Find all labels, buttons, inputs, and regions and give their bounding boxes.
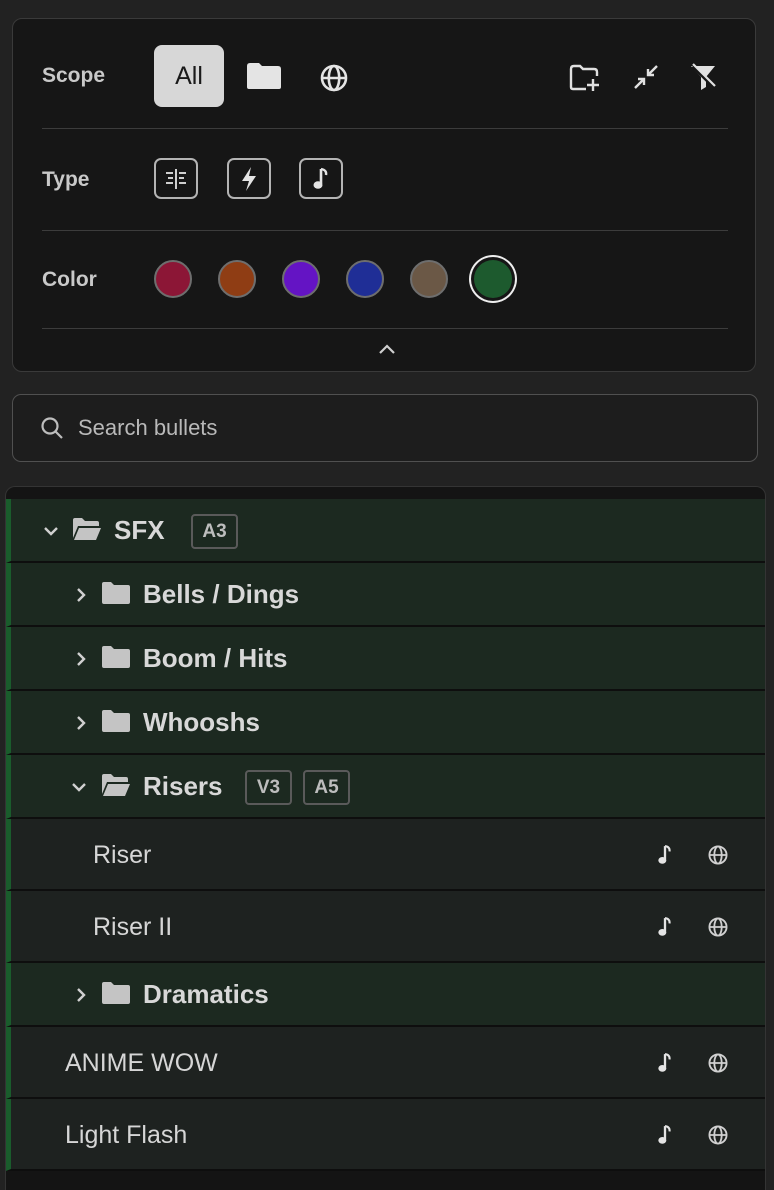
type-label: Type bbox=[42, 168, 90, 191]
globe-icon[interactable] bbox=[707, 844, 729, 866]
track-badge: A5 bbox=[303, 770, 350, 805]
color-swatch-orange[interactable] bbox=[218, 260, 256, 298]
chevron-down-icon[interactable] bbox=[44, 524, 58, 538]
search-icon bbox=[41, 417, 63, 439]
bullet-label: Riser II bbox=[93, 913, 173, 941]
globe-icon[interactable] bbox=[707, 1124, 729, 1146]
bullet-label: ANIME WOW bbox=[65, 1049, 218, 1077]
tree-row-light-flash[interactable]: Light Flash bbox=[6, 1099, 765, 1171]
music-note-icon bbox=[654, 916, 676, 938]
folder-label: SFX bbox=[114, 515, 165, 545]
folder-icon bbox=[101, 581, 131, 610]
music-note-icon bbox=[654, 1052, 676, 1074]
divider bbox=[42, 128, 728, 129]
color-swatch-purple[interactable] bbox=[282, 260, 320, 298]
chevron-right-icon[interactable] bbox=[74, 716, 88, 730]
color-swatch-crimson[interactable] bbox=[154, 260, 192, 298]
chevron-right-icon[interactable] bbox=[74, 988, 88, 1002]
folder-icon bbox=[101, 709, 131, 738]
search-bar[interactable] bbox=[12, 394, 758, 462]
collapse-all-icon[interactable] bbox=[628, 59, 664, 95]
track-badge: V3 bbox=[245, 770, 292, 805]
folder-icon[interactable] bbox=[245, 59, 283, 93]
bullet-label: Light Flash bbox=[65, 1121, 188, 1149]
tree-row-dramatics[interactable]: Dramatics bbox=[6, 963, 765, 1027]
tree-row-riser[interactable]: Riser bbox=[6, 819, 765, 891]
tree-row-bells-dings[interactable]: Bells / Dings bbox=[6, 563, 765, 627]
lightning-icon[interactable] bbox=[227, 158, 271, 199]
chevron-right-icon[interactable] bbox=[74, 588, 88, 602]
globe-icon[interactable] bbox=[707, 916, 729, 938]
divider bbox=[42, 230, 728, 231]
clear-filter-icon[interactable] bbox=[685, 59, 721, 95]
color-swatch-blue[interactable] bbox=[346, 260, 384, 298]
music-note-icon[interactable] bbox=[299, 158, 343, 199]
bullet-tree: SFX A3 Bells / Dings Boom / Hits Whooshs… bbox=[5, 486, 766, 1190]
color-label: Color bbox=[42, 268, 97, 291]
scope-all-label: All bbox=[175, 61, 203, 90]
bullet-label: Riser bbox=[93, 841, 152, 869]
folder-open-icon bbox=[72, 517, 102, 546]
new-folder-icon[interactable] bbox=[567, 59, 603, 95]
tree-row-sfx[interactable]: SFX A3 bbox=[6, 499, 765, 563]
sequence-icon[interactable] bbox=[154, 158, 198, 199]
globe-icon[interactable] bbox=[319, 63, 349, 93]
color-swatch-green[interactable] bbox=[474, 260, 512, 298]
chevron-right-icon[interactable] bbox=[74, 652, 88, 666]
color-swatch-brown[interactable] bbox=[410, 260, 448, 298]
tree-row-risers[interactable]: Risers V3 A5 bbox=[6, 755, 765, 819]
folder-label: Risers bbox=[143, 771, 223, 801]
chevron-up-icon bbox=[379, 343, 395, 354]
tree-row-riser-ii[interactable]: Riser II bbox=[6, 891, 765, 963]
scope-label: Scope bbox=[42, 64, 106, 87]
tree-row-whooshs[interactable]: Whooshs bbox=[6, 691, 765, 755]
music-note-icon bbox=[654, 1124, 676, 1146]
music-note-icon bbox=[654, 844, 676, 866]
scope-all-button[interactable]: All bbox=[154, 45, 224, 107]
folder-label: Boom / Hits bbox=[143, 643, 288, 673]
filter-panel: Scope All Type Color bbox=[12, 18, 756, 372]
tree-row-boom-hits[interactable]: Boom / Hits bbox=[6, 627, 765, 691]
folder-label: Bells / Dings bbox=[143, 579, 300, 609]
tree-row-anime-wow[interactable]: ANIME WOW bbox=[6, 1027, 765, 1099]
track-badge: A3 bbox=[191, 514, 238, 549]
collapse-panel-button[interactable] bbox=[375, 339, 399, 359]
folder-label: Whooshs bbox=[143, 707, 260, 737]
folder-open-icon bbox=[101, 773, 131, 802]
globe-icon[interactable] bbox=[707, 1052, 729, 1074]
folder-label: Dramatics bbox=[143, 979, 269, 1009]
folder-icon bbox=[101, 645, 131, 674]
search-input[interactable] bbox=[76, 414, 757, 442]
divider bbox=[42, 328, 728, 329]
folder-icon bbox=[101, 981, 131, 1010]
chevron-down-icon[interactable] bbox=[72, 780, 86, 794]
